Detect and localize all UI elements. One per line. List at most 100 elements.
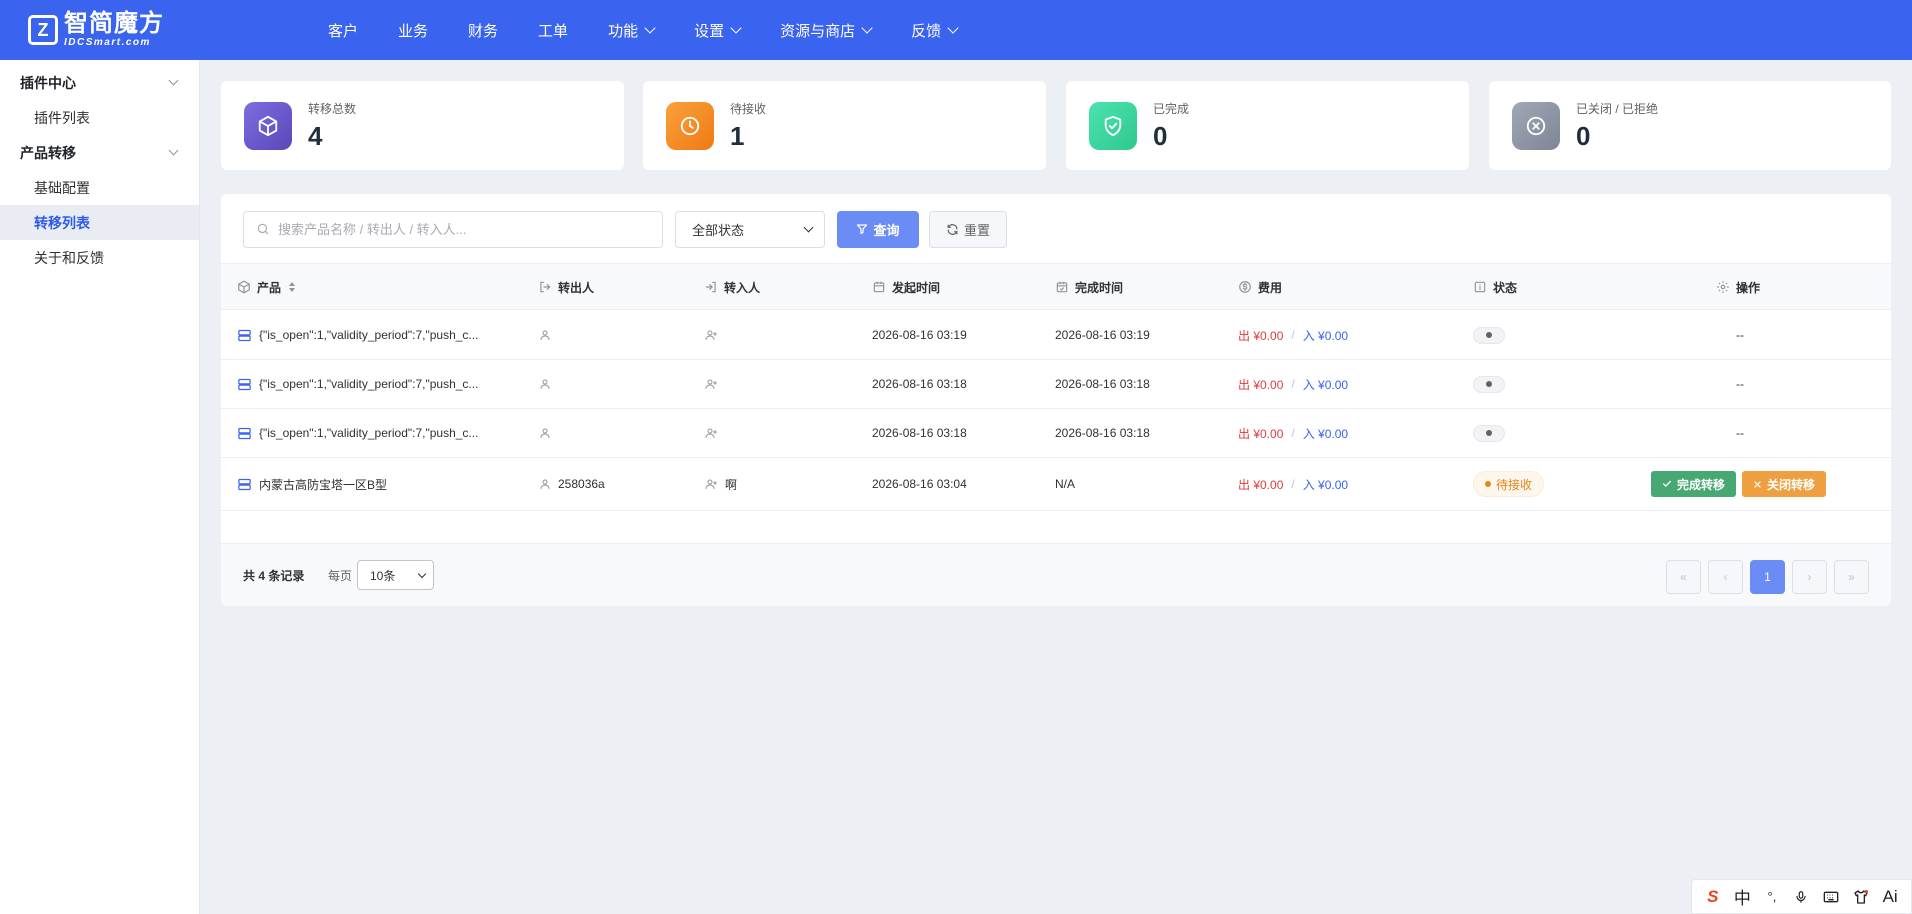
nav-item[interactable]: 资源与商店	[760, 0, 891, 60]
close-transfer-button[interactable]: 关闭转移	[1742, 471, 1827, 497]
reset-button[interactable]: 重置	[929, 210, 1007, 248]
fee-out: 出 ¥0.00	[1238, 328, 1284, 343]
filter-toolbar: 全部状态 查询 重置	[243, 210, 1007, 248]
sidebar-item[interactable]: 转移列表	[0, 205, 199, 240]
calendar-icon	[873, 281, 885, 293]
stat-card-total: 转移总数 4	[221, 81, 624, 170]
shield-check-icon	[1089, 101, 1137, 150]
to-user-cell	[705, 360, 725, 408]
box-icon	[238, 280, 250, 294]
pagination: « ‹ 1 › »	[1666, 560, 1869, 594]
stat-card-closed: 已关闭 / 已拒绝 0	[1489, 81, 1891, 170]
stat-label: 已关闭 / 已拒绝	[1576, 101, 1659, 116]
box-icon	[244, 101, 292, 150]
logout-icon	[540, 281, 551, 293]
column-product[interactable]: 产品	[237, 264, 296, 310]
table-row[interactable]: 内蒙古高防宝塔一区B型 258036a 啊 2026-08-16 03:04 N/A 出 …	[221, 458, 1891, 511]
product-cell[interactable]: {"is_open":1,"validity_period":7,"push_c…	[237, 311, 478, 359]
first-page-button[interactable]: «	[1666, 560, 1701, 594]
sidebar-item[interactable]: 基础配置	[0, 170, 199, 205]
nav-item[interactable]: 反馈	[891, 0, 977, 60]
perpage-value: 10条	[370, 568, 396, 583]
stat-label: 转移总数	[308, 101, 357, 116]
fee-cell: 出 ¥0.00/入 ¥0.00	[1238, 377, 1349, 392]
nav-item[interactable]: 工单	[518, 0, 588, 60]
sidebar: 插件中心 插件列表 产品转移 基础配置 转移列表 关于和反馈	[0, 60, 200, 914]
status-select[interactable]: 全部状态	[675, 210, 825, 248]
gear-icon	[1717, 281, 1729, 293]
close-icon	[1754, 480, 1761, 488]
clock-icon	[666, 101, 714, 150]
close-circle-icon	[1512, 101, 1560, 150]
from-user-cell	[539, 360, 558, 408]
sidebar-item[interactable]: 插件列表	[0, 100, 199, 135]
calendar-check-icon	[1056, 281, 1068, 293]
total-count: 共 4 条记录	[243, 569, 305, 583]
mic-icon[interactable]	[1789, 889, 1813, 905]
next-page-button[interactable]: ›	[1792, 560, 1827, 594]
chevron-down-icon	[803, 222, 814, 232]
finish-time-cell: 2026-08-16 03:19	[1055, 328, 1150, 342]
keyboard-icon[interactable]	[1819, 890, 1843, 904]
brand-logo[interactable]: Z 智简魔方 IDCSmart.com	[28, 12, 164, 48]
table-row[interactable]: {"is_open":1,"validity_period":7,"push_c…	[221, 409, 1891, 458]
search-icon	[257, 223, 269, 235]
page-button-current[interactable]: 1	[1750, 560, 1785, 594]
user-plus-icon	[705, 330, 717, 340]
column-from-user: 转出人	[538, 264, 594, 310]
table-row[interactable]: {"is_open":1,"validity_period":7,"push_c…	[221, 360, 1891, 409]
column-start-time: 发起时间	[872, 264, 940, 310]
fee-out: 出 ¥0.00	[1238, 477, 1284, 492]
search-box[interactable]	[243, 210, 663, 248]
ime-toolbar: S 中 °, Ai	[1691, 879, 1912, 914]
ime-logo-icon[interactable]: S	[1701, 887, 1725, 907]
user-plus-icon	[705, 428, 717, 438]
sidebar-group[interactable]: 产品转移	[0, 135, 199, 170]
actions-cell: --	[1736, 328, 1744, 342]
shirt-icon[interactable]	[1849, 889, 1873, 905]
ime-ai-button[interactable]: Ai	[1878, 887, 1902, 907]
product-cell[interactable]: {"is_open":1,"validity_period":7,"push_c…	[237, 360, 478, 408]
server-icon	[238, 478, 251, 490]
sidebar-item[interactable]: 关于和反馈	[0, 240, 199, 275]
nav-item[interactable]: 功能	[588, 0, 674, 60]
sort-icon[interactable]	[289, 282, 296, 292]
from-user-cell	[539, 311, 558, 359]
finish-time-cell: 2026-08-16 03:18	[1055, 377, 1150, 391]
product-cell[interactable]: {"is_open":1,"validity_period":7,"push_c…	[237, 409, 478, 457]
perpage-select[interactable]: 10条	[357, 560, 434, 590]
sidebar-group[interactable]: 插件中心	[0, 65, 199, 100]
nav-item[interactable]: 客户	[308, 0, 378, 60]
prev-page-button[interactable]: ‹	[1708, 560, 1743, 594]
ime-lang-toggle[interactable]: 中	[1730, 884, 1754, 909]
product-cell[interactable]: 内蒙古高防宝塔一区B型	[237, 458, 387, 510]
table-row[interactable]: {"is_open":1,"validity_period":7,"push_c…	[221, 311, 1891, 360]
nav-item[interactable]: 财务	[448, 0, 518, 60]
last-page-button[interactable]: »	[1834, 560, 1869, 594]
column-actions: 操作	[1716, 264, 1760, 310]
ime-punct-toggle[interactable]: °,	[1760, 889, 1784, 904]
status-badge	[1473, 424, 1505, 442]
nav-item[interactable]: 业务	[378, 0, 448, 60]
finish-time-cell: N/A	[1055, 477, 1076, 491]
from-user-cell: 258036a	[539, 458, 605, 510]
check-icon	[1663, 480, 1671, 487]
to-user-cell: 啊	[705, 458, 737, 510]
query-button[interactable]: 查询	[837, 210, 919, 248]
dollar-circle-icon	[1239, 281, 1251, 293]
stat-label: 已完成	[1153, 101, 1190, 116]
filter-icon	[857, 224, 868, 235]
reset-button-label: 重置	[963, 222, 990, 238]
user-plus-icon	[705, 379, 717, 389]
fee-in: 入 ¥0.00	[1302, 477, 1349, 492]
stat-value: 0	[1576, 120, 1591, 151]
actions-cell: 完成转移 关闭转移	[1651, 458, 1827, 510]
nav-item[interactable]: 设置	[674, 0, 760, 60]
status-badge	[1473, 375, 1505, 393]
actions-cell: --	[1736, 426, 1744, 440]
complete-transfer-button[interactable]: 完成转移	[1651, 471, 1737, 497]
status-badge: 待接收	[1473, 471, 1545, 497]
search-input[interactable]	[278, 221, 638, 237]
chevron-down-icon	[168, 75, 179, 86]
stat-card-completed: 已完成 0	[1066, 81, 1469, 170]
